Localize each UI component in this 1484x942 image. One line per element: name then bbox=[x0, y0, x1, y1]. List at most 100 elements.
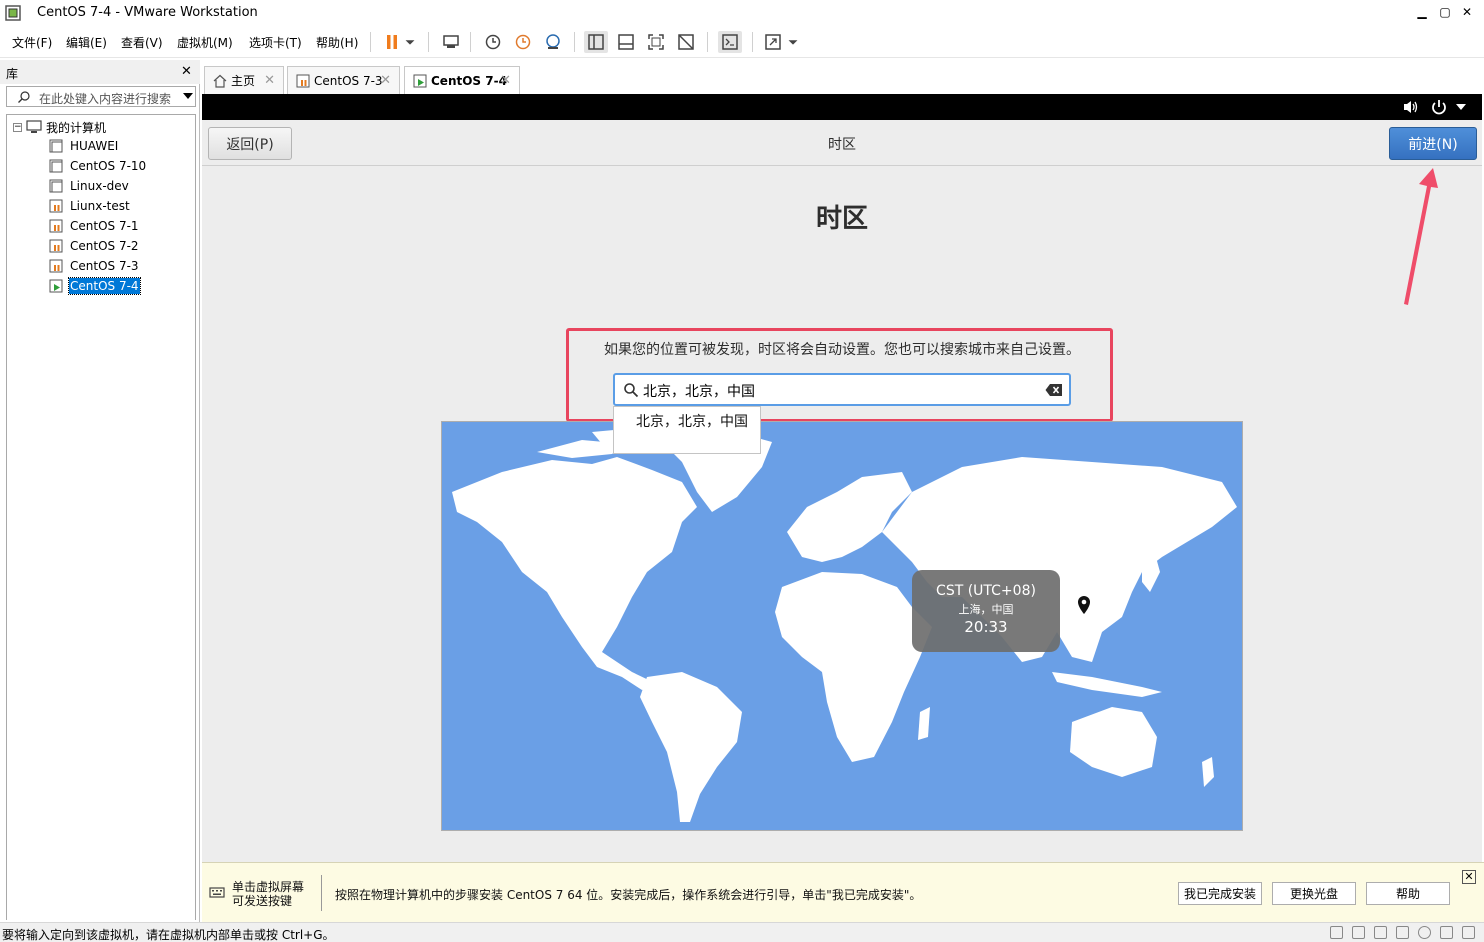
infobar-divider bbox=[321, 875, 322, 911]
usb-device-icon[interactable] bbox=[1374, 926, 1387, 939]
menu-help[interactable]: 帮助(H) bbox=[316, 34, 358, 51]
toolbar-separator bbox=[370, 32, 371, 52]
revert-snapshot-button[interactable] bbox=[511, 31, 535, 53]
sound-device-icon[interactable] bbox=[1396, 926, 1409, 939]
dropdown-icon bbox=[788, 40, 798, 45]
world-timezone-map[interactable] bbox=[441, 421, 1243, 831]
vm-suspended-icon bbox=[49, 259, 63, 273]
speaker-icon[interactable] bbox=[1402, 99, 1420, 115]
minimize-button[interactable]: ▁ bbox=[1412, 3, 1432, 21]
tab-home[interactable]: 主页 ✕ bbox=[204, 66, 284, 94]
chevron-down-icon[interactable] bbox=[183, 93, 193, 99]
message-log-icon[interactable] bbox=[1462, 926, 1475, 939]
take-snapshot-button[interactable] bbox=[481, 31, 505, 53]
tree-item-label: CentOS 7-2 bbox=[70, 239, 139, 253]
cd-device-icon[interactable] bbox=[1418, 926, 1431, 939]
menu-tabs[interactable]: 选项卡(T) bbox=[249, 34, 302, 51]
maximize-button[interactable]: ▢ bbox=[1435, 3, 1455, 21]
stretch-dropdown-button[interactable] bbox=[785, 31, 801, 53]
library-title: 库 bbox=[6, 67, 19, 81]
clear-input-icon[interactable] bbox=[1045, 383, 1063, 397]
timezone-search-input[interactable]: 北京，北京，中国 bbox=[613, 373, 1071, 406]
power-icon[interactable] bbox=[1430, 98, 1448, 116]
snapshot-manager-icon bbox=[546, 34, 560, 49]
tree-root-my-computer[interactable]: − 我的计算机 bbox=[13, 118, 106, 136]
tree-item-centos-7-4[interactable]: CentOS 7-4 bbox=[49, 277, 141, 295]
home-icon bbox=[213, 74, 227, 88]
stretch-button[interactable] bbox=[761, 31, 785, 53]
status-bar: 要将输入定向到该虚拟机，请在虚拟机内部单击或按 Ctrl+G。 bbox=[0, 922, 1484, 942]
keyboard-icon bbox=[209, 887, 225, 898]
tab-label: 主页 bbox=[231, 74, 256, 88]
menu-vm[interactable]: 虚拟机(M) bbox=[177, 34, 233, 51]
console-view-button[interactable] bbox=[718, 31, 742, 53]
collapse-icon[interactable]: − bbox=[13, 122, 22, 132]
pause-icon bbox=[387, 35, 397, 49]
tree-root-label: 我的计算机 bbox=[46, 120, 107, 135]
vm-console[interactable]: 返回(P) 时区 前进(N) 时区 如果您的位置可被发现，时区将会自动设置。您也… bbox=[202, 94, 1482, 862]
tab-close-button[interactable]: ✕ bbox=[264, 73, 275, 88]
tree-item-centos-7-10[interactable]: CentOS 7-10 bbox=[49, 157, 147, 175]
power-dropdown-button[interactable] bbox=[402, 31, 418, 53]
revert-snapshot-icon bbox=[515, 34, 531, 50]
tab-close-button[interactable]: ✕ bbox=[380, 73, 391, 88]
hdd-device-icon[interactable] bbox=[1330, 926, 1343, 939]
window-title: CentOS 7-4 - VMware Workstation bbox=[37, 5, 258, 20]
world-map-graphic bbox=[452, 427, 1237, 822]
tree-item-centos-7-1[interactable]: CentOS 7-1 bbox=[49, 217, 140, 235]
vm-suspended-icon bbox=[49, 239, 63, 253]
tab-label: CentOS 7-3 bbox=[314, 73, 383, 88]
timezone-search-value: 北京，北京，中国 bbox=[643, 384, 755, 400]
display-device-icon[interactable] bbox=[1440, 926, 1453, 939]
computer-icon bbox=[26, 120, 42, 133]
help-button[interactable]: 帮助 bbox=[1366, 882, 1450, 905]
search-icon bbox=[624, 383, 639, 398]
infobar-close-button[interactable]: ✕ bbox=[1462, 870, 1476, 884]
tree-item-centos-7-2[interactable]: CentOS 7-2 bbox=[49, 237, 140, 255]
library-search-input[interactable]: 在此处键入内容进行搜索 bbox=[6, 86, 196, 107]
tree-item-liunx-test[interactable]: Liunx-test bbox=[49, 197, 131, 215]
toolbar-separator bbox=[752, 32, 753, 52]
toolbar-separator bbox=[470, 32, 471, 52]
tab-close-button[interactable]: ✕ bbox=[500, 73, 511, 88]
search-icon bbox=[18, 91, 30, 103]
fullscreen-button[interactable] bbox=[644, 31, 668, 53]
tree-item-huawei[interactable]: HUAWEI bbox=[49, 137, 119, 155]
close-button[interactable]: ✕ bbox=[1457, 3, 1477, 21]
tree-item-label: CentOS 7-4 bbox=[68, 277, 141, 295]
thumbnail-view-icon bbox=[618, 34, 634, 50]
menu-toolbar: 文件(F) 编辑(E) 查看(V) 虚拟机(M) 选项卡(T) 帮助(H) bbox=[0, 26, 1484, 58]
pause-button[interactable] bbox=[380, 31, 404, 53]
finished-install-button[interactable]: 我已完成安装 bbox=[1178, 882, 1262, 905]
tree-item-label: Liunx-test bbox=[70, 199, 130, 213]
location-pin-icon[interactable] bbox=[1076, 595, 1092, 615]
chevron-down-icon[interactable] bbox=[1456, 104, 1466, 110]
change-disc-button[interactable]: 更换光盘 bbox=[1272, 882, 1356, 905]
library-view-button[interactable] bbox=[584, 31, 608, 53]
console-icon bbox=[722, 34, 738, 50]
thumbnail-view-button[interactable] bbox=[614, 31, 638, 53]
menu-view[interactable]: 查看(V) bbox=[121, 34, 163, 51]
library-close-button[interactable]: ✕ bbox=[181, 64, 192, 79]
menu-edit[interactable]: 编辑(E) bbox=[66, 34, 107, 51]
suggestion-option[interactable]: 北京，北京，中国 bbox=[636, 411, 748, 431]
menu-file[interactable]: 文件(F) bbox=[12, 34, 52, 51]
vm-tree: − 我的计算机 HUAWEI CentOS 7-10 Linux-dev Liu… bbox=[6, 114, 196, 920]
fullscreen-icon bbox=[648, 34, 664, 50]
unity-button[interactable] bbox=[674, 31, 698, 53]
tab-centos-7-3[interactable]: CentOS 7-3 ✕ bbox=[287, 66, 400, 94]
network-device-icon[interactable] bbox=[1352, 926, 1365, 939]
vmware-logo-icon bbox=[5, 5, 21, 21]
toolbar-separator bbox=[707, 32, 708, 52]
send-ctrl-alt-del-button[interactable] bbox=[439, 31, 463, 53]
tree-item-linux-dev[interactable]: Linux-dev bbox=[49, 177, 130, 195]
library-search-placeholder: 在此处键入内容进行搜索 bbox=[39, 92, 172, 106]
tree-item-label: CentOS 7-3 bbox=[70, 259, 139, 273]
library-header: 库 ✕ bbox=[0, 60, 200, 84]
next-button[interactable]: 前进(N) bbox=[1389, 127, 1477, 160]
tab-centos-7-4[interactable]: CentOS 7-4 ✕ bbox=[404, 66, 520, 94]
snapshot-manager-button[interactable] bbox=[541, 31, 565, 53]
tree-item-centos-7-3[interactable]: CentOS 7-3 bbox=[49, 257, 140, 275]
send-ctrl-alt-del-icon bbox=[443, 35, 459, 48]
stretch-icon bbox=[765, 34, 781, 50]
